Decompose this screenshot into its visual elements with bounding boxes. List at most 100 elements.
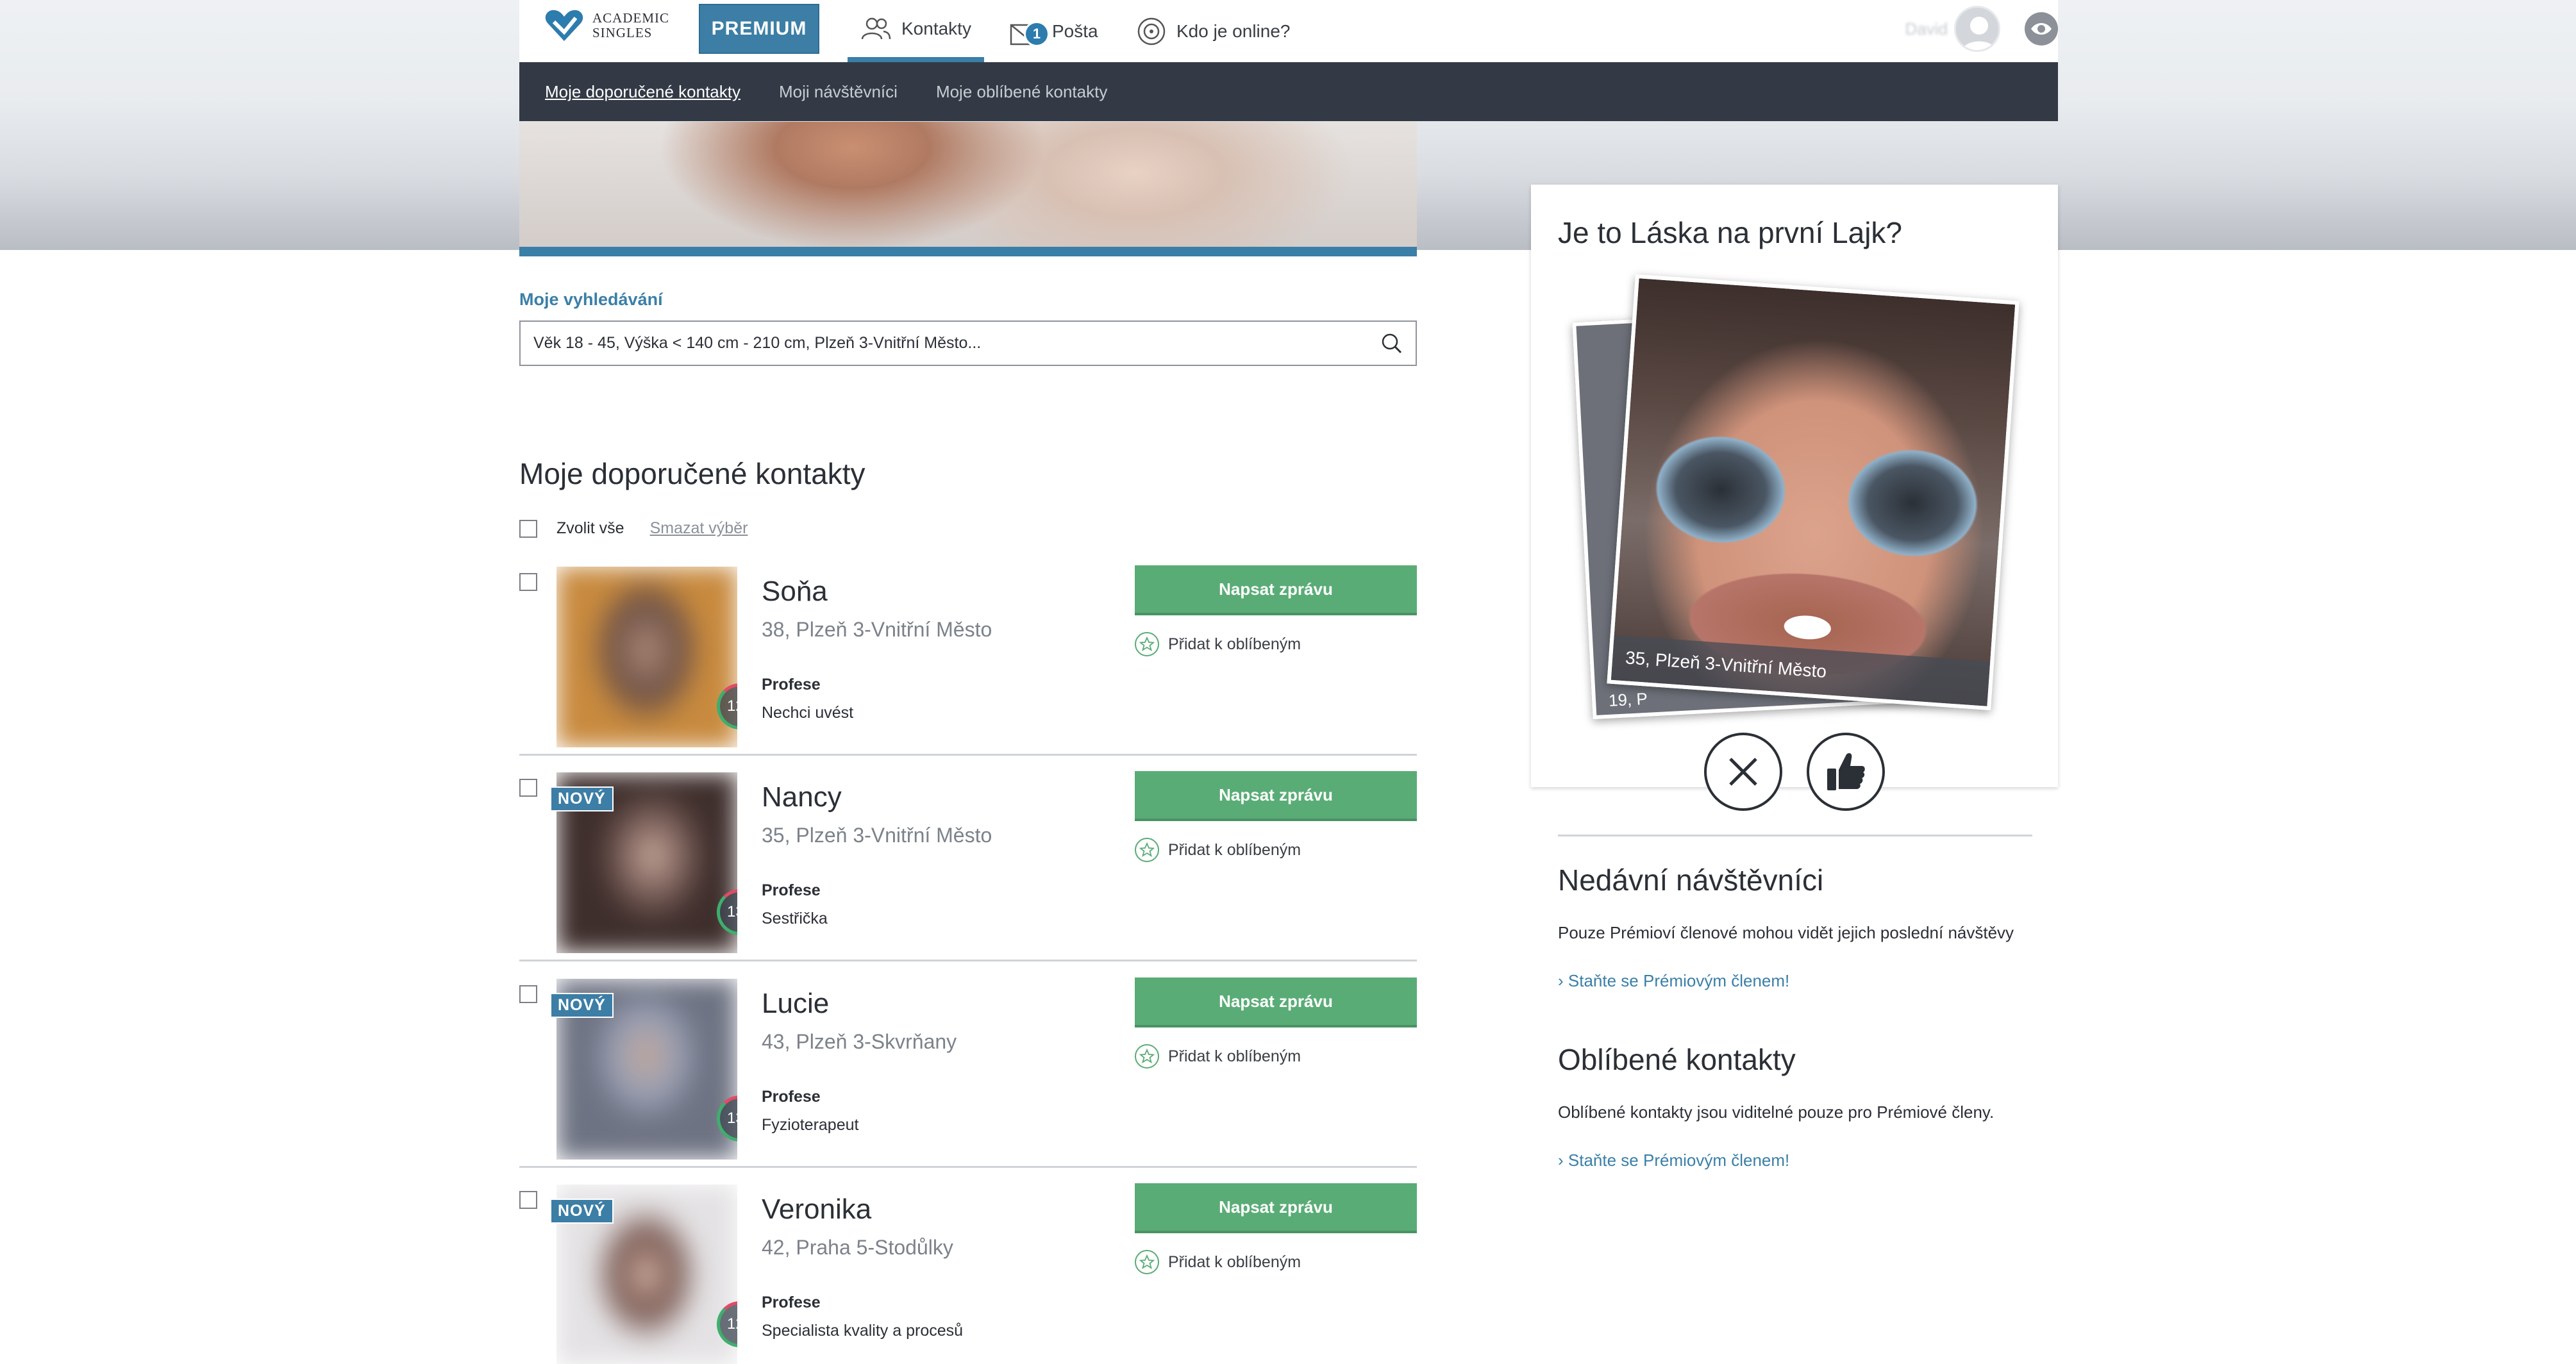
favorite-contacts-premium-link[interactable]: › Staňte se Prémiovým členem!	[1558, 1151, 1789, 1170]
search-value: Věk 18 - 45, Výška < 140 cm - 210 cm, Pl…	[533, 334, 982, 352]
user-menu[interactable]: David	[1905, 0, 2058, 58]
nav-contacts-label: Kontakty	[901, 18, 971, 38]
select-all-label[interactable]: Zvolit vše	[556, 519, 624, 538]
back-card-caption: 19, P	[1608, 688, 1648, 710]
premium-button[interactable]: PREMIUM	[699, 4, 819, 54]
contact-photo[interactable]: 127	[556, 567, 737, 747]
profession-label: Profese	[762, 676, 821, 694]
contact-location: 43, Plzeň 3-Skvrňany	[762, 1030, 957, 1053]
nav-mail-label: Pošta	[1052, 21, 1098, 41]
like-panel-title: Je to Láska na první Lajk?	[1558, 216, 1902, 249]
profession-label: Profese	[762, 1088, 821, 1106]
new-badge: NOVÝ	[550, 993, 614, 1018]
star-icon	[1135, 1044, 1159, 1069]
contact-location: 35, Plzeň 3-Vnitřní Město	[762, 824, 992, 847]
logo-line-2: SINGLES	[592, 25, 653, 40]
person-silhouette-icon	[1962, 17, 1996, 50]
page: ACADEMIC SINGLES PREMIUM Kontakty 1 Pošt…	[0, 0, 2576, 1364]
contact-row: 124 NOVÝ Veronika 42, Praha 5-Stodůlky P…	[519, 1183, 1417, 1364]
front-photo-card[interactable]: 35, Plzeň 3-Vnitřní Město	[1607, 274, 2020, 711]
top-navigation: ACADEMIC SINGLES PREMIUM Kontakty 1 Pošt…	[519, 0, 2058, 62]
chevron-right-icon: ›	[1558, 1151, 1564, 1170]
nav-online-label: Kdo je online?	[1176, 21, 1291, 41]
logo[interactable]: ACADEMIC SINGLES	[545, 9, 669, 42]
search-label: Moje vyhledávání	[519, 290, 663, 309]
contact-row: 127 Soňa 38, Plzeň 3-Vnitřní Město Profe…	[519, 565, 1417, 756]
nav-contacts[interactable]: Kontakty	[848, 0, 984, 62]
premium-link-label: Staňte se Prémiovým členem!	[1568, 971, 1790, 990]
contact-name[interactable]: Nancy	[762, 781, 842, 813]
recent-visitors-text: Pouze Prémioví členové mohou vidět jejic…	[1558, 923, 2014, 942]
online-radar-icon	[1137, 17, 1166, 45]
logo-line-1: ACADEMIC	[592, 10, 670, 26]
like-panel: Je to Láska na první Lajk? 19, P 35, Plz…	[1531, 185, 2058, 811]
add-favorite-button[interactable]: Přidat k oblíbeným	[1135, 632, 1301, 656]
hero-photo	[519, 122, 1417, 256]
contact-row: 139 NOVÝ Lucie 43, Plzeň 3-Skvrňany Prof…	[519, 977, 1417, 1168]
contact-profession: Sestřička	[762, 910, 828, 927]
subnav-recommended[interactable]: Moje doporučené kontakty	[545, 82, 740, 102]
nav-online[interactable]: Kdo je online?	[1137, 0, 1290, 62]
contact-name[interactable]: Veronika	[762, 1194, 871, 1226]
star-icon	[1135, 838, 1159, 862]
recommended-title: Moje doporučené kontakty	[519, 457, 866, 490]
selection-controls: Zvolit vše Smazat výběr	[519, 519, 748, 538]
contact-profession: Fyzioterapeut	[762, 1116, 859, 1134]
eye-icon	[2031, 23, 2052, 35]
search-icon[interactable]	[1378, 331, 1404, 356]
contact-profession: Specialista kvality a procesů	[762, 1322, 964, 1340]
clear-selection-link[interactable]: Smazat výběr	[650, 519, 748, 538]
visibility-toggle[interactable]	[2025, 12, 2058, 46]
contact-location: 38, Plzeň 3-Vnitřní Město	[762, 618, 992, 641]
contact-checkbox[interactable]	[519, 779, 537, 797]
sub-navigation: Moje doporučené kontakty Moji návštěvníc…	[519, 62, 2058, 121]
heart-logo-icon	[545, 10, 583, 41]
close-icon	[1729, 758, 1757, 786]
favorite-contacts-text: Oblíbené kontakty jsou viditelné pouze p…	[1558, 1102, 1995, 1122]
search-field[interactable]: Věk 18 - 45, Výška < 140 cm - 210 cm, Pl…	[519, 320, 1417, 366]
add-favorite-button[interactable]: Přidat k oblíbeným	[1135, 1250, 1301, 1274]
star-icon	[1135, 1250, 1159, 1274]
new-badge: NOVÝ	[550, 1199, 614, 1224]
contact-checkbox[interactable]	[519, 985, 537, 1003]
photo-card-stack: 19, P 35, Plzeň 3-Vnitřní Město	[1572, 274, 2020, 729]
user-avatar[interactable]	[1954, 6, 2000, 52]
send-message-button[interactable]: Napsat zprávu	[1135, 977, 1417, 1027]
send-message-button[interactable]: Napsat zprávu	[1135, 1183, 1417, 1233]
select-all-checkbox[interactable]	[519, 519, 537, 538]
add-favorite-label: Přidat k oblíbeným	[1168, 635, 1301, 653]
contact-name[interactable]: Lucie	[762, 988, 829, 1020]
like-button[interactable]	[1807, 733, 1885, 811]
add-favorite-label: Přidat k oblíbeným	[1168, 1252, 1301, 1271]
new-badge: NOVÝ	[550, 786, 614, 811]
contact-profession: Nechci uvést	[762, 704, 854, 722]
thumbs-up-icon	[1827, 753, 1865, 790]
contact-row: 131 NOVÝ Nancy 35, Plzeň 3-Vnitřní Město…	[519, 771, 1417, 961]
add-favorite-button[interactable]: Přidat k oblíbeným	[1135, 1044, 1301, 1069]
contact-checkbox[interactable]	[519, 1191, 537, 1209]
logo-text: ACADEMIC SINGLES	[592, 11, 669, 40]
send-message-button[interactable]: Napsat zprávu	[1135, 565, 1417, 615]
mail-icon-wrap: 1	[1010, 19, 1050, 47]
profession-label: Profese	[762, 881, 821, 899]
add-favorite-label: Přidat k oblíbeným	[1168, 840, 1301, 859]
send-message-button[interactable]: Napsat zprávu	[1135, 771, 1417, 821]
contact-location: 42, Praha 5-Stodůlky	[762, 1236, 953, 1259]
recent-visitors-premium-link[interactable]: › Staňte se Prémiovým členem!	[1558, 971, 1789, 991]
add-favorite-label: Přidat k oblíbeným	[1168, 1047, 1301, 1065]
nav-mail[interactable]: 1 Pošta	[1010, 0, 1098, 62]
star-icon	[1135, 632, 1159, 656]
add-favorite-button[interactable]: Přidat k oblíbeným	[1135, 838, 1301, 862]
chevron-right-icon: ›	[1558, 971, 1564, 990]
dislike-button[interactable]	[1704, 733, 1782, 811]
subnav-favorites[interactable]: Moje oblíbené kontakty	[936, 82, 1107, 102]
contact-name[interactable]: Soňa	[762, 576, 828, 608]
people-icon	[861, 17, 891, 39]
favorite-contacts-title: Oblíbené kontakty	[1558, 1043, 1796, 1076]
sidebar-divider	[1558, 835, 2032, 836]
contact-checkbox[interactable]	[519, 573, 537, 591]
user-name: David	[1905, 19, 1948, 38]
recent-visitors-title: Nedávní návštěvníci	[1558, 863, 1824, 897]
profession-label: Profese	[762, 1293, 821, 1311]
subnav-visitors[interactable]: Moji návštěvníci	[779, 82, 898, 102]
